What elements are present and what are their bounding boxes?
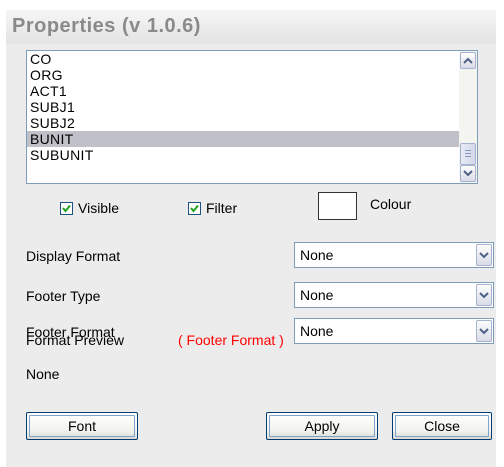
apply-button[interactable]: Apply <box>266 412 378 440</box>
font-button[interactable]: Font <box>26 412 138 440</box>
display-format-select[interactable]: None <box>294 242 494 268</box>
chevron-down-icon <box>479 291 489 298</box>
list-item[interactable]: ACT1 <box>27 83 459 99</box>
grip-line <box>465 150 471 151</box>
chevron-down-icon <box>479 327 489 334</box>
visible-label: Visible <box>78 200 119 216</box>
properties-window: Properties (v 1.0.6) CO ORG ACT1 SUBJ1 SUBJ2… <box>0 0 504 467</box>
footer-format-select[interactable]: None <box>294 318 494 344</box>
title-bar[interactable]: Properties (v 1.0.6) <box>6 10 496 45</box>
filter-option[interactable]: Filter <box>188 200 237 216</box>
chevron-up-icon <box>463 57 473 64</box>
filter-label: Filter <box>206 200 238 216</box>
apply-button-label: Apply <box>269 415 375 437</box>
format-preview-value: ( Footer Format ) <box>178 332 284 348</box>
list-item[interactable]: SUBJ2 <box>27 115 459 131</box>
footer-format-value: None <box>300 323 334 339</box>
scroll-thumb[interactable] <box>460 143 476 165</box>
filter-checkbox[interactable] <box>188 201 201 215</box>
visible-option[interactable]: Visible <box>60 200 119 216</box>
chevron-down-icon <box>479 251 489 258</box>
grip-line <box>465 153 471 154</box>
font-button-label: Font <box>29 415 135 437</box>
scroll-down-button[interactable] <box>460 165 476 182</box>
display-format-dropdown-button[interactable] <box>476 244 492 266</box>
format-preview-sample: None <box>26 366 60 382</box>
close-button[interactable]: Close <box>392 412 492 440</box>
grip-line <box>465 156 471 157</box>
list-item[interactable]: BUNIT <box>27 131 459 147</box>
footer-type-select[interactable]: None <box>294 282 494 308</box>
chevron-down-icon <box>463 170 473 177</box>
footer-type-value: None <box>300 287 334 303</box>
display-format-label: Display Format <box>26 248 121 264</box>
visible-checkbox[interactable] <box>60 201 73 215</box>
check-icon <box>62 204 71 213</box>
format-preview-label: Format Preview <box>26 332 125 348</box>
columns-list-items: CO ORG ACT1 SUBJ1 SUBJ2 BUNIT SUBUNIT <box>27 51 459 183</box>
list-item[interactable]: ORG <box>27 67 459 83</box>
close-button-label: Close <box>395 415 489 437</box>
colour-swatch[interactable] <box>318 192 357 220</box>
display-format-value: None <box>300 247 334 263</box>
list-item[interactable]: SUBJ1 <box>27 99 459 115</box>
footer-format-dropdown-button[interactable] <box>476 320 492 342</box>
colour-label: Colour <box>370 196 412 212</box>
list-item[interactable]: CO <box>27 51 459 67</box>
list-item[interactable]: SUBUNIT <box>27 147 459 163</box>
window-title: Properties (v 1.0.6) <box>12 15 201 37</box>
footer-type-dropdown-button[interactable] <box>476 284 492 306</box>
columns-listbox[interactable]: CO ORG ACT1 SUBJ1 SUBJ2 BUNIT SUBUNIT <box>26 50 478 184</box>
list-scrollbar[interactable] <box>459 51 477 183</box>
properties-panel: CO ORG ACT1 SUBJ1 SUBJ2 BUNIT SUBUNIT Vi… <box>6 44 496 467</box>
footer-type-label: Footer Type <box>26 288 101 304</box>
scroll-up-button[interactable] <box>460 52 476 69</box>
check-icon <box>190 204 199 213</box>
